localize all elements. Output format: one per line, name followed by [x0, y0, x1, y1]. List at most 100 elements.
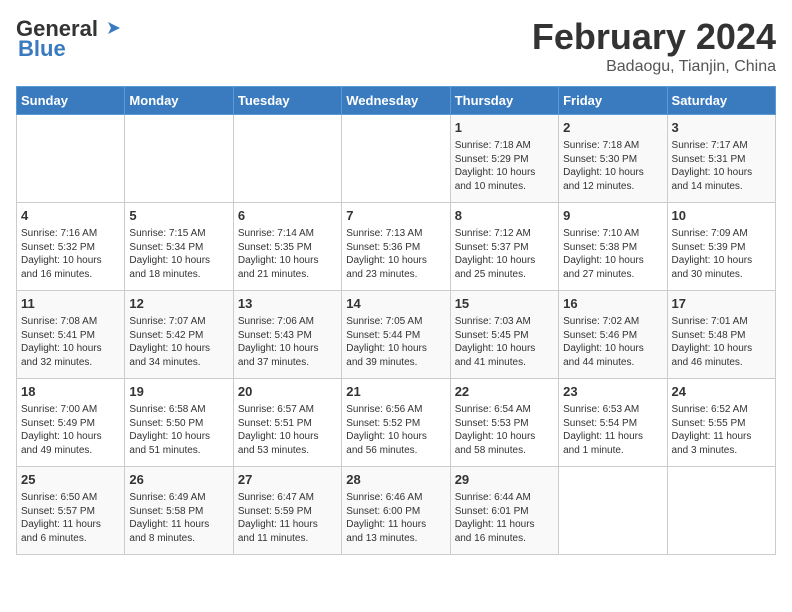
- calendar-cell: 28 Sunrise: 6:46 AM Sunset: 6:00 PM Dayli…: [342, 467, 450, 555]
- day-info: Sunrise: 7:15 AM Sunset: 5:34 PM Dayligh…: [129, 227, 228, 281]
- calendar-cell: 2Sunrise: 7:18 AM Sunset: 5:30 PM Daylig…: [559, 115, 667, 203]
- day-number: 5: [129, 207, 228, 225]
- calendar-cell: 17 Sunrise: 7:01 AM Sunset: 5:48 PM Dayli…: [667, 291, 775, 379]
- calendar-cell: [342, 115, 450, 203]
- day-info: Sunrise: 6:49 AM Sunset: 5:58 PM Dayligh…: [129, 491, 228, 545]
- day-number: 9: [563, 207, 662, 225]
- day-info: Sunrise: 7:13 AM Sunset: 5:36 PM Dayligh…: [346, 227, 445, 281]
- calendar-cell: 1 Sunrise: 7:18 AM Sunset: 5:29 PM Daylig…: [450, 115, 558, 203]
- day-number: 28: [346, 471, 445, 489]
- day-number: 18: [21, 383, 120, 401]
- calendar-title: February 2024: [532, 16, 776, 58]
- day-info: Sunrise: 7:01 AM Sunset: 5:48 PM Dayligh…: [672, 315, 771, 369]
- calendar-cell: 12 Sunrise: 7:07 AM Sunset: 5:42 PM Dayli…: [125, 291, 233, 379]
- day-info: Sunrise: 7:12 AM Sunset: 5:37 PM Dayligh…: [455, 227, 554, 281]
- day-number: 7: [346, 207, 445, 225]
- day-number: 19: [129, 383, 228, 401]
- weekday-header-friday: Friday: [559, 87, 667, 115]
- day-number: 25: [21, 471, 120, 489]
- day-info: Sunrise: 6:50 AM Sunset: 5:57 PM Dayligh…: [21, 491, 120, 545]
- day-info: Sunrise: 6:54 AM Sunset: 5:53 PM Dayligh…: [455, 403, 554, 457]
- logo-blue-text: Blue: [18, 36, 66, 62]
- day-info: Sunrise: 7:17 AM Sunset: 5:31 PM Dayligh…: [672, 139, 771, 193]
- day-info: Sunrise: 6:53 AM Sunset: 5:54 PM Dayligh…: [563, 403, 662, 457]
- calendar-cell: 26 Sunrise: 6:49 AM Sunset: 5:58 PM Dayli…: [125, 467, 233, 555]
- day-number: 12: [129, 295, 228, 313]
- day-info: Sunrise: 7:03 AM Sunset: 5:45 PM Dayligh…: [455, 315, 554, 369]
- logo: General Blue: [16, 16, 122, 62]
- week-row-5: 25 Sunrise: 6:50 AM Sunset: 5:57 PM Dayli…: [17, 467, 776, 555]
- day-number: 2: [563, 119, 662, 137]
- day-info: Sunrise: 7:16 AM Sunset: 5:32 PM Dayligh…: [21, 227, 120, 281]
- day-info: Sunrise: 6:58 AM Sunset: 5:50 PM Dayligh…: [129, 403, 228, 457]
- calendar-cell: 27 Sunrise: 6:47 AM Sunset: 5:59 PM Dayli…: [233, 467, 341, 555]
- weekday-header-monday: Monday: [125, 87, 233, 115]
- day-number: 22: [455, 383, 554, 401]
- calendar-table: SundayMondayTuesdayWednesdayThursdayFrid…: [16, 86, 776, 555]
- calendar-cell: 20 Sunrise: 6:57 AM Sunset: 5:51 PM Dayli…: [233, 379, 341, 467]
- day-number: 26: [129, 471, 228, 489]
- day-number: 1: [455, 119, 554, 137]
- day-info: Sunrise: 6:57 AM Sunset: 5:51 PM Dayligh…: [238, 403, 337, 457]
- day-info: Sunrise: 7:10 AM Sunset: 5:38 PM Dayligh…: [563, 227, 662, 281]
- calendar-cell: 29 Sunrise: 6:44 AM Sunset: 6:01 PM Dayli…: [450, 467, 558, 555]
- week-row-4: 18 Sunrise: 7:00 AM Sunset: 5:49 PM Dayli…: [17, 379, 776, 467]
- day-number: 24: [672, 383, 771, 401]
- day-number: 16: [563, 295, 662, 313]
- day-info: Sunrise: 6:52 AM Sunset: 5:55 PM Dayligh…: [672, 403, 771, 457]
- calendar-cell: 3 Sunrise: 7:17 AM Sunset: 5:31 PM Daylig…: [667, 115, 775, 203]
- calendar-cell: 11 Sunrise: 7:08 AM Sunset: 5:41 PM Dayli…: [17, 291, 125, 379]
- weekday-header-sunday: Sunday: [17, 87, 125, 115]
- calendar-cell: 22 Sunrise: 6:54 AM Sunset: 5:53 PM Dayli…: [450, 379, 558, 467]
- header: General Blue February 2024 Badaogu, Tian…: [16, 16, 776, 76]
- weekday-header-saturday: Saturday: [667, 87, 775, 115]
- day-info: Sunrise: 6:47 AM Sunset: 5:59 PM Dayligh…: [238, 491, 337, 545]
- day-info: Sunrise: 7:06 AM Sunset: 5:43 PM Dayligh…: [238, 315, 337, 369]
- calendar-cell: 25 Sunrise: 6:50 AM Sunset: 5:57 PM Dayli…: [17, 467, 125, 555]
- day-info: Sunrise: 6:46 AM Sunset: 6:00 PM Dayligh…: [346, 491, 445, 545]
- weekday-header-thursday: Thursday: [450, 87, 558, 115]
- calendar-cell: 6Sunrise: 7:14 AM Sunset: 5:35 PM Daylig…: [233, 203, 341, 291]
- day-number: 4: [21, 207, 120, 225]
- day-info: Sunrise: 7:00 AM Sunset: 5:49 PM Dayligh…: [21, 403, 120, 457]
- day-info: Sunrise: 7:14 AM Sunset: 5:35 PM Dayligh…: [238, 227, 337, 281]
- day-number: 21: [346, 383, 445, 401]
- weekday-header-tuesday: Tuesday: [233, 87, 341, 115]
- calendar-cell: 7 Sunrise: 7:13 AM Sunset: 5:36 PM Daylig…: [342, 203, 450, 291]
- calendar-subtitle: Badaogu, Tianjin, China: [532, 58, 776, 76]
- calendar-cell: 8 Sunrise: 7:12 AM Sunset: 5:37 PM Daylig…: [450, 203, 558, 291]
- calendar-cell: 9 Sunrise: 7:10 AM Sunset: 5:38 PM Daylig…: [559, 203, 667, 291]
- calendar-cell: 18 Sunrise: 7:00 AM Sunset: 5:49 PM Dayli…: [17, 379, 125, 467]
- calendar-cell: 5 Sunrise: 7:15 AM Sunset: 5:34 PM Daylig…: [125, 203, 233, 291]
- day-number: 13: [238, 295, 337, 313]
- day-number: 8: [455, 207, 554, 225]
- day-number: 27: [238, 471, 337, 489]
- day-number: 11: [21, 295, 120, 313]
- day-number: 20: [238, 383, 337, 401]
- calendar-cell: [125, 115, 233, 203]
- day-number: 3: [672, 119, 771, 137]
- week-row-2: 4 Sunrise: 7:16 AM Sunset: 5:32 PM Daylig…: [17, 203, 776, 291]
- day-info: Sunrise: 7:07 AM Sunset: 5:42 PM Dayligh…: [129, 315, 228, 369]
- day-info: Sunrise: 6:44 AM Sunset: 6:01 PM Dayligh…: [455, 491, 554, 545]
- calendar-cell: 24 Sunrise: 6:52 AM Sunset: 5:55 PM Dayli…: [667, 379, 775, 467]
- calendar-cell: 14 Sunrise: 7:05 AM Sunset: 5:44 PM Dayli…: [342, 291, 450, 379]
- day-number: 17: [672, 295, 771, 313]
- calendar-cell: [233, 115, 341, 203]
- day-number: 23: [563, 383, 662, 401]
- calendar-cell: [667, 467, 775, 555]
- day-number: 14: [346, 295, 445, 313]
- day-info: Sunrise: 7:08 AM Sunset: 5:41 PM Dayligh…: [21, 315, 120, 369]
- day-number: 29: [455, 471, 554, 489]
- calendar-cell: 15Sunrise: 7:03 AM Sunset: 5:45 PM Dayli…: [450, 291, 558, 379]
- weekday-header-wednesday: Wednesday: [342, 87, 450, 115]
- day-info: Sunrise: 7:05 AM Sunset: 5:44 PM Dayligh…: [346, 315, 445, 369]
- day-info: Sunrise: 7:18 AM Sunset: 5:29 PM Dayligh…: [455, 139, 554, 193]
- weekday-header-row: SundayMondayTuesdayWednesdayThursdayFrid…: [17, 87, 776, 115]
- week-row-3: 11 Sunrise: 7:08 AM Sunset: 5:41 PM Dayli…: [17, 291, 776, 379]
- calendar-cell: [17, 115, 125, 203]
- day-info: Sunrise: 6:56 AM Sunset: 5:52 PM Dayligh…: [346, 403, 445, 457]
- calendar-cell: 10Sunrise: 7:09 AM Sunset: 5:39 PM Dayli…: [667, 203, 775, 291]
- calendar-cell: 21 Sunrise: 6:56 AM Sunset: 5:52 PM Dayli…: [342, 379, 450, 467]
- calendar-cell: 4 Sunrise: 7:16 AM Sunset: 5:32 PM Daylig…: [17, 203, 125, 291]
